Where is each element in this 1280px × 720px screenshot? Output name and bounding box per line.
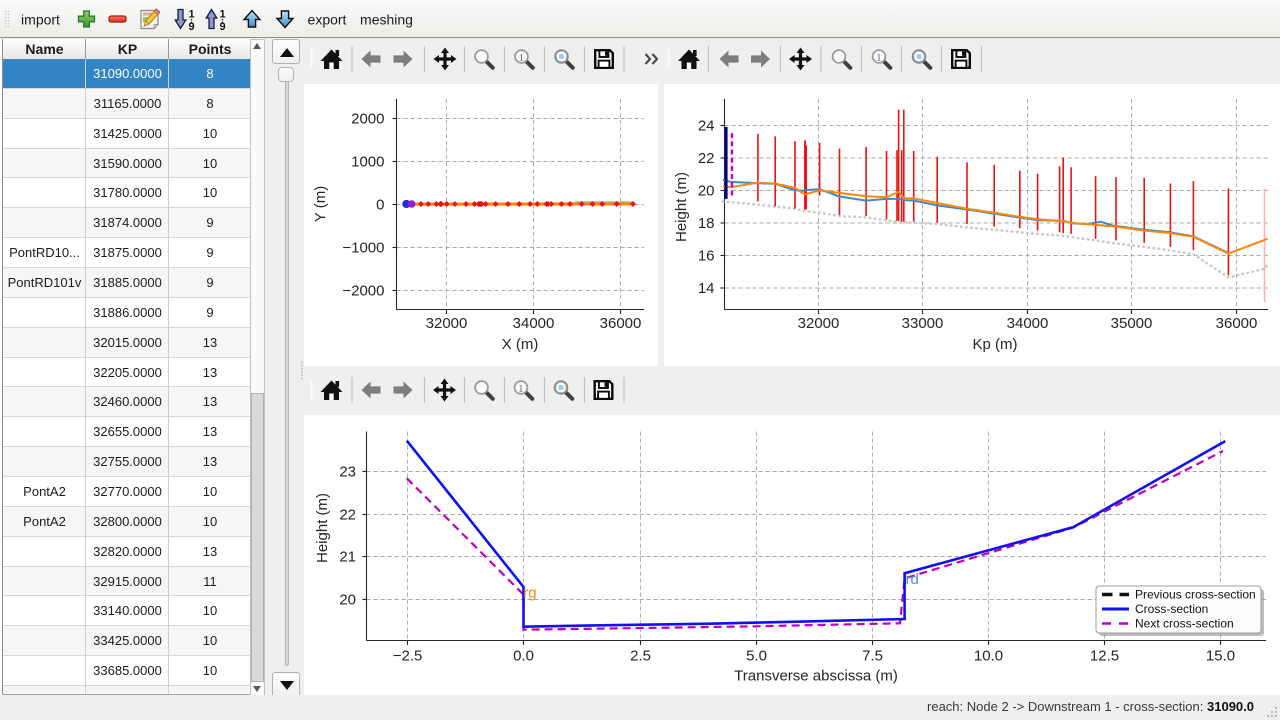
svg-text:36000: 36000: [1216, 315, 1258, 332]
svg-text:32000: 32000: [426, 315, 468, 332]
svg-text:Kp (m): Kp (m): [973, 336, 1018, 353]
svg-text:2.5: 2.5: [630, 648, 651, 665]
svg-text:34000: 34000: [513, 315, 555, 332]
svg-text:meshing: meshing: [360, 12, 413, 28]
svg-text:−1000: −1000: [342, 240, 384, 257]
svg-text:Cross-section: Cross-section: [1135, 602, 1208, 616]
svg-text:−2000: −2000: [342, 283, 384, 300]
svg-text:0.0: 0.0: [513, 648, 534, 665]
svg-text:16: 16: [698, 248, 715, 265]
svg-text:21: 21: [339, 549, 356, 566]
svg-text:Height (m): Height (m): [673, 172, 690, 242]
svg-text:rg: rg: [523, 585, 536, 602]
svg-text:X (m): X (m): [502, 336, 539, 353]
svg-text:1: 1: [219, 9, 225, 21]
svg-text:5.0: 5.0: [746, 648, 767, 665]
svg-text:35000: 35000: [1111, 315, 1153, 332]
svg-text:15.0: 15.0: [1206, 648, 1235, 665]
svg-text:Previous cross-section: Previous cross-section: [1135, 588, 1256, 602]
svg-text:20: 20: [339, 592, 356, 609]
svg-text:export: export: [308, 12, 347, 28]
svg-text:Y (m): Y (m): [312, 186, 329, 222]
svg-text:33000: 33000: [902, 315, 944, 332]
svg-text:34000: 34000: [1007, 315, 1049, 332]
svg-text:Next cross-section: Next cross-section: [1135, 617, 1234, 631]
svg-text:7.5: 7.5: [862, 648, 883, 665]
svg-text:23: 23: [339, 464, 356, 481]
svg-text:18: 18: [698, 215, 715, 232]
svg-text:24: 24: [698, 118, 715, 135]
svg-text:0: 0: [376, 197, 384, 214]
svg-text:1: 1: [188, 9, 194, 21]
svg-text:22: 22: [339, 507, 356, 524]
svg-text:22: 22: [698, 150, 715, 167]
svg-text:Height (m): Height (m): [314, 493, 331, 563]
svg-text:import: import: [21, 12, 60, 28]
svg-text:10.0: 10.0: [974, 648, 1003, 665]
svg-text:rd: rd: [906, 571, 919, 588]
svg-text:Transverse abscissa (m): Transverse abscissa (m): [734, 668, 898, 685]
svg-text:14: 14: [698, 280, 715, 297]
svg-text:2000: 2000: [351, 111, 384, 128]
svg-text:−2.5: −2.5: [393, 648, 423, 665]
svg-text:12.5: 12.5: [1090, 648, 1119, 665]
svg-text:1000: 1000: [351, 154, 384, 171]
svg-text:32000: 32000: [798, 315, 840, 332]
svg-text:36000: 36000: [600, 315, 642, 332]
svg-text:20: 20: [698, 183, 715, 200]
